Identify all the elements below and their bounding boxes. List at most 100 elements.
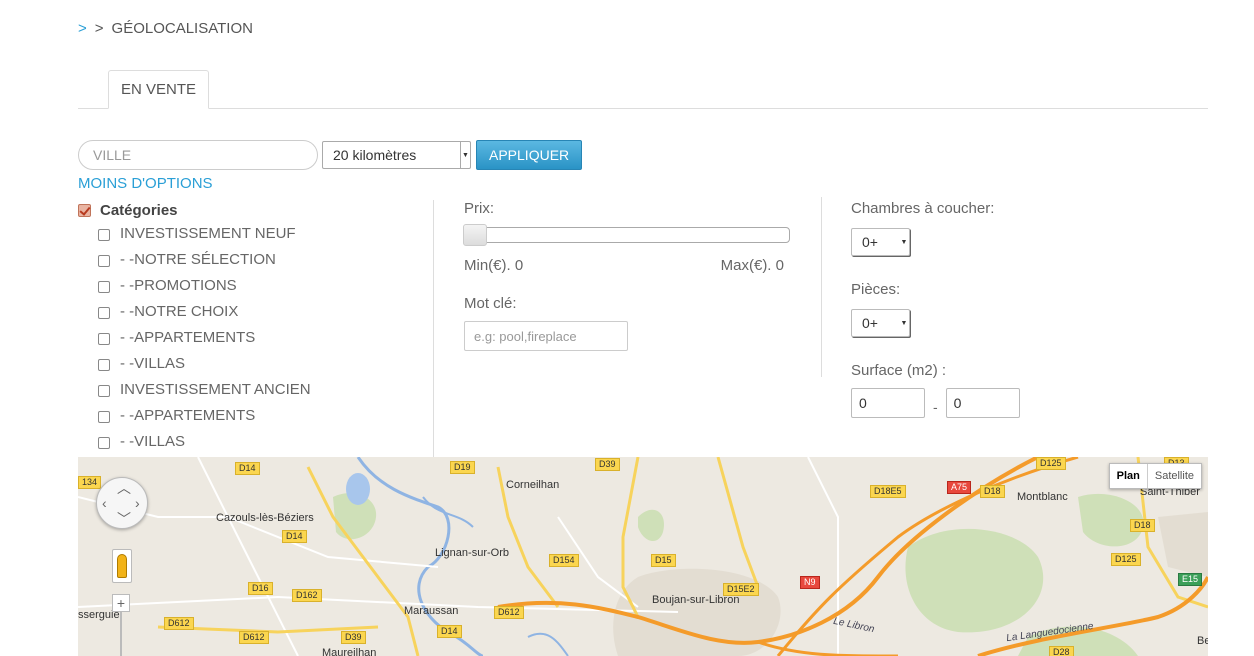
- surface-max-input[interactable]: [945, 388, 1020, 418]
- price-min: Min(€). 0: [464, 257, 524, 274]
- listing-tabs: EN VENTE: [78, 70, 1208, 109]
- street-view-pegman-icon[interactable]: [112, 549, 132, 583]
- price-slider[interactable]: [463, 224, 790, 246]
- road-shield: D18E5: [870, 485, 906, 498]
- map-place: Cazouls-lès-Béziers: [216, 512, 314, 524]
- zoom-slider-track[interactable]: [120, 612, 122, 656]
- surface-label: Surface (m2) :: [851, 362, 947, 379]
- category-checkbox[interactable]: [98, 437, 110, 449]
- list-item[interactable]: - -VILLAS: [98, 350, 433, 376]
- road-shield: D14: [437, 625, 462, 638]
- breadcrumb-home-link[interactable]: >: [78, 20, 87, 37]
- surface-range: -: [851, 388, 1151, 418]
- category-label: - -NOTRE SÉLECTION: [120, 250, 276, 268]
- rooms-value: 0+: [862, 315, 878, 331]
- road-shield: D28: [1049, 646, 1074, 656]
- map-place: Maureilhan: [322, 647, 377, 656]
- map-type-plan-button[interactable]: Plan: [1110, 464, 1148, 488]
- map-view[interactable]: Corneilhan Cazouls-lès-Béziers Lignan-su…: [78, 457, 1208, 656]
- price-slider-handle[interactable]: [463, 224, 487, 246]
- road-shield: D15E2: [723, 583, 759, 596]
- map-place: Montblanc: [1017, 491, 1068, 503]
- list-item[interactable]: - -PROMOTIONS: [98, 272, 433, 298]
- road-shield: D125: [1036, 457, 1066, 470]
- pan-down-icon[interactable]: ﹀: [117, 512, 131, 526]
- map-place: Maraussan: [404, 605, 459, 617]
- category-list: INVESTISSEMENT NEUF - -NOTRE SÉLECTION -…: [98, 220, 433, 454]
- map-tiles: [78, 457, 1208, 656]
- category-label: INVESTISSEMENT NEUF: [120, 224, 296, 242]
- list-item[interactable]: - -VILLAS: [98, 428, 433, 454]
- road-shield: E15: [1178, 573, 1203, 586]
- list-item[interactable]: - -APPARTEMENTS: [98, 324, 433, 350]
- category-label: - -VILLAS: [120, 432, 186, 450]
- categories-header[interactable]: Catégories: [78, 200, 433, 220]
- category-label: - -NOTRE CHOIX: [120, 302, 239, 320]
- search-bar: 20 kilomètres ▼ APPLIQUER: [78, 140, 583, 170]
- road-shield: D19: [450, 461, 475, 474]
- categories-checkbox[interactable]: [78, 203, 91, 217]
- road-shield: D14: [235, 462, 260, 475]
- road-shield: D612: [494, 606, 524, 619]
- price-keyword-panel: Prix: Min(€). 0 Max(€). 0 Mot clé:: [463, 200, 794, 351]
- price-max: Max(€). 0: [720, 257, 784, 274]
- apply-button[interactable]: APPLIQUER: [476, 140, 583, 170]
- category-checkbox[interactable]: [98, 229, 110, 241]
- road-shield: D39: [341, 631, 366, 644]
- rooms-surface-panel: Chambres à coucher: 0+ ▼ Pièces: 0+ ▼ Su…: [851, 200, 1151, 418]
- radius-select[interactable]: 20 kilomètres ▼: [322, 141, 471, 169]
- map-place: Bes: [1197, 635, 1208, 647]
- rooms-label: Pièces:: [851, 281, 901, 298]
- road-shield: D15: [651, 554, 676, 567]
- bedrooms-value: 0+: [862, 234, 878, 250]
- list-item[interactable]: - -NOTRE CHOIX: [98, 298, 433, 324]
- category-label: - -VILLAS: [120, 354, 186, 372]
- category-checkbox[interactable]: [98, 255, 110, 267]
- category-checkbox[interactable]: [98, 281, 110, 293]
- road-shield: D154: [549, 554, 579, 567]
- tab-for-sale[interactable]: EN VENTE: [108, 70, 210, 109]
- bedrooms-label: Chambres à coucher:: [851, 200, 995, 217]
- map-pan-control[interactable]: ︿ ﹀ ‹ ›: [96, 477, 148, 529]
- rooms-select[interactable]: 0+ ▼: [851, 309, 910, 337]
- breadcrumb: > > GÉOLOCALISATION: [78, 20, 253, 37]
- road-shield: D16: [248, 582, 273, 595]
- surface-min-input[interactable]: [851, 388, 925, 418]
- category-label: - -APPARTEMENTS: [120, 406, 256, 424]
- keyword-label: Mot clé:: [464, 295, 517, 312]
- chevron-down-icon: ▼: [900, 319, 908, 327]
- chevron-down-icon: ▼: [900, 238, 908, 246]
- category-label: - -PROMOTIONS: [120, 276, 237, 294]
- road-shield: D125: [1111, 553, 1141, 566]
- categories-panel: Catégories INVESTISSEMENT NEUF - -NOTRE …: [78, 200, 434, 457]
- breadcrumb-current: GÉOLOCALISATION: [111, 20, 253, 37]
- road-shield: D14: [282, 530, 307, 543]
- zoom-in-button[interactable]: +: [112, 594, 130, 612]
- chevron-down-icon: ▼: [460, 142, 470, 168]
- list-item[interactable]: INVESTISSEMENT ANCIEN: [98, 376, 433, 402]
- map-place: Lignan-sur-Orb: [435, 547, 509, 559]
- pan-left-icon[interactable]: ‹: [102, 496, 107, 510]
- keyword-input[interactable]: [464, 321, 628, 351]
- city-input[interactable]: [78, 140, 318, 170]
- pan-up-icon[interactable]: ︿: [117, 481, 131, 495]
- list-item[interactable]: INVESTISSEMENT NEUF: [98, 220, 433, 246]
- list-item[interactable]: - -NOTRE SÉLECTION: [98, 246, 433, 272]
- road-shield: D612: [239, 631, 269, 644]
- map-type-satellite-button[interactable]: Satellite: [1148, 464, 1201, 488]
- bedrooms-select[interactable]: 0+ ▼: [851, 228, 910, 256]
- map-place: Corneilhan: [506, 479, 560, 491]
- category-checkbox[interactable]: [98, 359, 110, 371]
- list-item[interactable]: - -APPARTEMENTS: [98, 402, 433, 428]
- category-label: - -APPARTEMENTS: [120, 328, 256, 346]
- category-checkbox[interactable]: [98, 333, 110, 345]
- category-checkbox[interactable]: [98, 385, 110, 397]
- surface-separator: -: [933, 399, 938, 415]
- pan-right-icon[interactable]: ›: [135, 496, 140, 510]
- categories-title: Catégories: [100, 201, 178, 219]
- category-label: INVESTISSEMENT ANCIEN: [120, 380, 311, 398]
- category-checkbox[interactable]: [98, 411, 110, 423]
- road-shield: D39: [595, 458, 620, 471]
- category-checkbox[interactable]: [98, 307, 110, 319]
- less-options-link[interactable]: MOINS D'OPTIONS: [78, 175, 213, 192]
